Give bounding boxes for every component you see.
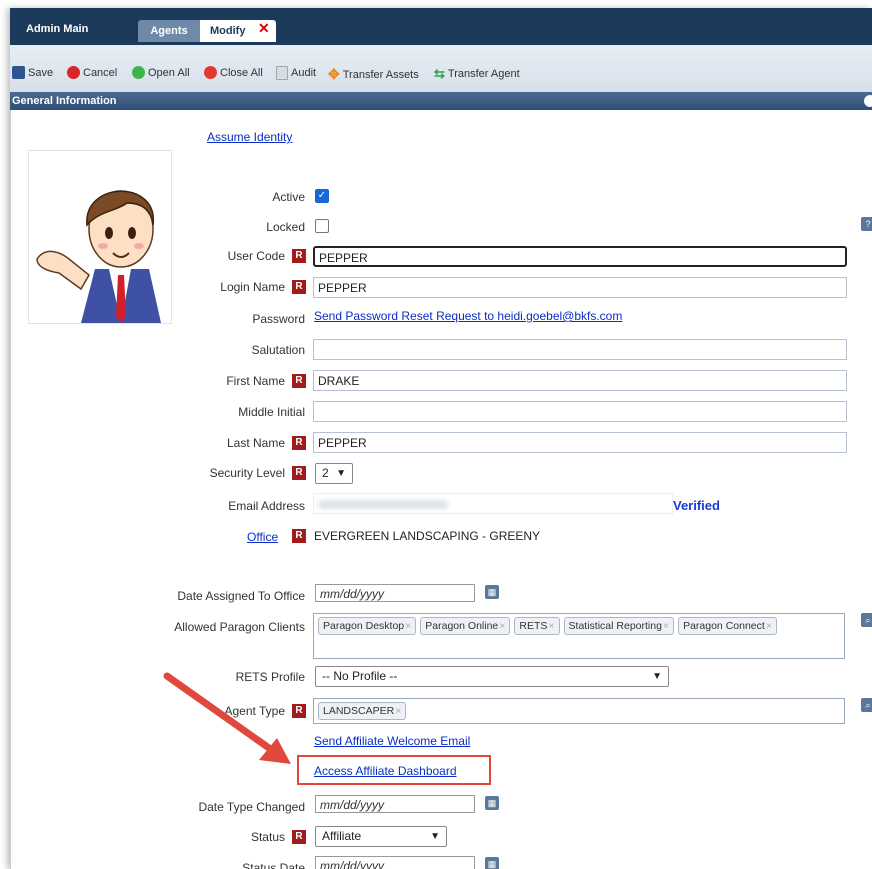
calendar-icon[interactable]: ▦ [485,857,499,869]
salutation-input[interactable] [313,339,847,360]
office-value: EVERGREEN LANDSCAPING - GREENY [314,529,541,543]
required-icon: R [292,466,306,480]
close-tab-icon[interactable]: ✕ [258,17,270,39]
remove-icon[interactable]: × [405,620,411,632]
tab-modify[interactable]: Modify ✕ [200,20,276,42]
agent-type-chip[interactable]: LANDSCAPER× [318,702,407,720]
section-header[interactable]: General Information [10,92,872,110]
top-tab-bar: Admin Main Agents Modify ✕ [10,8,872,45]
allowed-clients-label: Allowed Paragon Clients [174,620,305,634]
close-all-icon [204,66,217,79]
locked-checkbox[interactable] [315,219,329,233]
salutation-label: Salutation [251,343,305,357]
tab-admin-main[interactable]: Admin Main [26,23,88,35]
required-icon: R [292,280,306,294]
rets-profile-select[interactable]: -- No Profile -- ▼ [315,666,669,687]
status-date-label: Status Date [242,861,305,869]
active-checkbox[interactable]: ✓ [315,189,329,203]
middle-initial-input[interactable] [313,401,847,422]
locked-label: Locked [266,220,305,234]
cancel-button[interactable]: Cancel [67,66,117,79]
search-lookup-icon[interactable]: ⌕ [861,698,872,712]
user-code-input[interactable]: PEPPER [313,246,847,267]
help-icon[interactable]: ? [861,217,872,231]
date-type-changed-input[interactable]: mm/dd/yyyy [315,795,475,813]
security-level-label: Security Level [209,466,285,480]
app-window: Admin Main Agents Modify ✕ Save Cancel O… [10,8,872,869]
remove-icon[interactable]: × [548,620,554,632]
email-address-label: Email Address [228,499,305,513]
avatar [28,150,172,324]
agent-type-multiselect[interactable]: LANDSCAPER× [313,698,845,724]
open-all-button[interactable]: Open All [132,66,190,79]
transfer-assets-button[interactable]: ✥ Transfer Assets [328,66,419,83]
required-icon: R [292,374,306,388]
chevron-down-icon: ▼ [430,831,440,842]
active-label: Active [272,190,305,204]
date-type-changed-label: Date Type Changed [198,800,305,814]
save-button[interactable]: Save [12,66,53,79]
client-chip[interactable]: Paragon Desktop× [318,617,417,635]
assume-identity-link[interactable]: Assume Identity [207,130,292,144]
close-all-button[interactable]: Close All [204,66,263,79]
status-select[interactable]: Affiliate ▼ [315,826,447,847]
client-chip[interactable]: Paragon Connect× [678,617,777,635]
calendar-icon[interactable]: ▦ [485,585,499,599]
last-name-label: Last Name [226,436,285,450]
transfer-agent-button[interactable]: ⇆ Transfer Agent [434,66,520,82]
save-icon [12,66,25,79]
required-icon: R [292,830,306,844]
email-verified-status: Verified [673,498,720,513]
required-icon: R [292,249,306,263]
tab-agents[interactable]: Agents [138,20,200,42]
client-chip[interactable]: Statistical Reporting× [563,617,675,635]
first-name-input[interactable]: DRAKE [313,370,847,391]
open-all-icon [132,66,145,79]
toolbar: Save Cancel Open All Close All Audit ✥ T… [10,45,872,93]
security-level-select[interactable]: 2 ▼ [315,463,353,484]
chevron-down-icon: ▼ [336,468,346,479]
cancel-icon [67,66,80,79]
middle-initial-label: Middle Initial [238,405,305,419]
required-icon: R [292,529,306,543]
email-address-input[interactable] [313,493,673,514]
chevron-down-icon: ▼ [652,671,662,682]
transfer-agent-icon: ⇆ [434,66,445,81]
login-name-input[interactable]: PEPPER [313,277,847,298]
client-chip[interactable]: RETS× [514,617,560,635]
user-code-label: User Code [227,249,285,263]
client-chip[interactable]: Paragon Online× [420,617,511,635]
login-name-label: Login Name [220,280,285,294]
remove-icon[interactable]: × [766,620,772,632]
office-link[interactable]: Office [247,530,278,544]
annotation-arrow [163,672,291,764]
required-icon: R [292,436,306,450]
remove-icon[interactable]: × [499,620,505,632]
calendar-icon[interactable]: ▦ [485,796,499,810]
last-name-input[interactable]: PEPPER [313,432,847,453]
send-password-reset-link[interactable]: Send Password Reset Request to heidi.goe… [314,309,622,323]
tab-modify-label: Modify [210,25,246,37]
audit-button[interactable]: Audit [276,66,316,80]
first-name-label: First Name [226,374,285,388]
date-assigned-label: Date Assigned To Office [177,589,305,603]
move-arrows-icon: ✥ [328,66,340,82]
agent-cartoon-image [36,190,161,323]
send-affiliate-welcome-email-link[interactable]: Send Affiliate Welcome Email [314,734,470,748]
allowed-clients-multiselect[interactable]: Paragon Desktop× Paragon Online× RETS× Stat… [313,613,845,659]
status-date-input[interactable]: mm/dd/yyyy [315,856,475,869]
audit-icon [276,66,288,80]
status-label: Status [250,830,285,844]
remove-icon[interactable]: × [395,705,401,717]
collapse-icon[interactable] [864,95,872,107]
date-assigned-input[interactable]: mm/dd/yyyy [315,584,475,602]
redacted-email [318,500,448,509]
section-title: General Information [12,95,117,107]
search-lookup-icon[interactable]: ⌕ [861,613,872,627]
access-affiliate-dashboard-link[interactable]: Access Affiliate Dashboard [314,764,457,778]
remove-icon[interactable]: × [663,620,669,632]
password-label: Password [252,312,305,326]
form-content: Assume Identity Active ✓ Locked ? User C… [10,110,872,869]
